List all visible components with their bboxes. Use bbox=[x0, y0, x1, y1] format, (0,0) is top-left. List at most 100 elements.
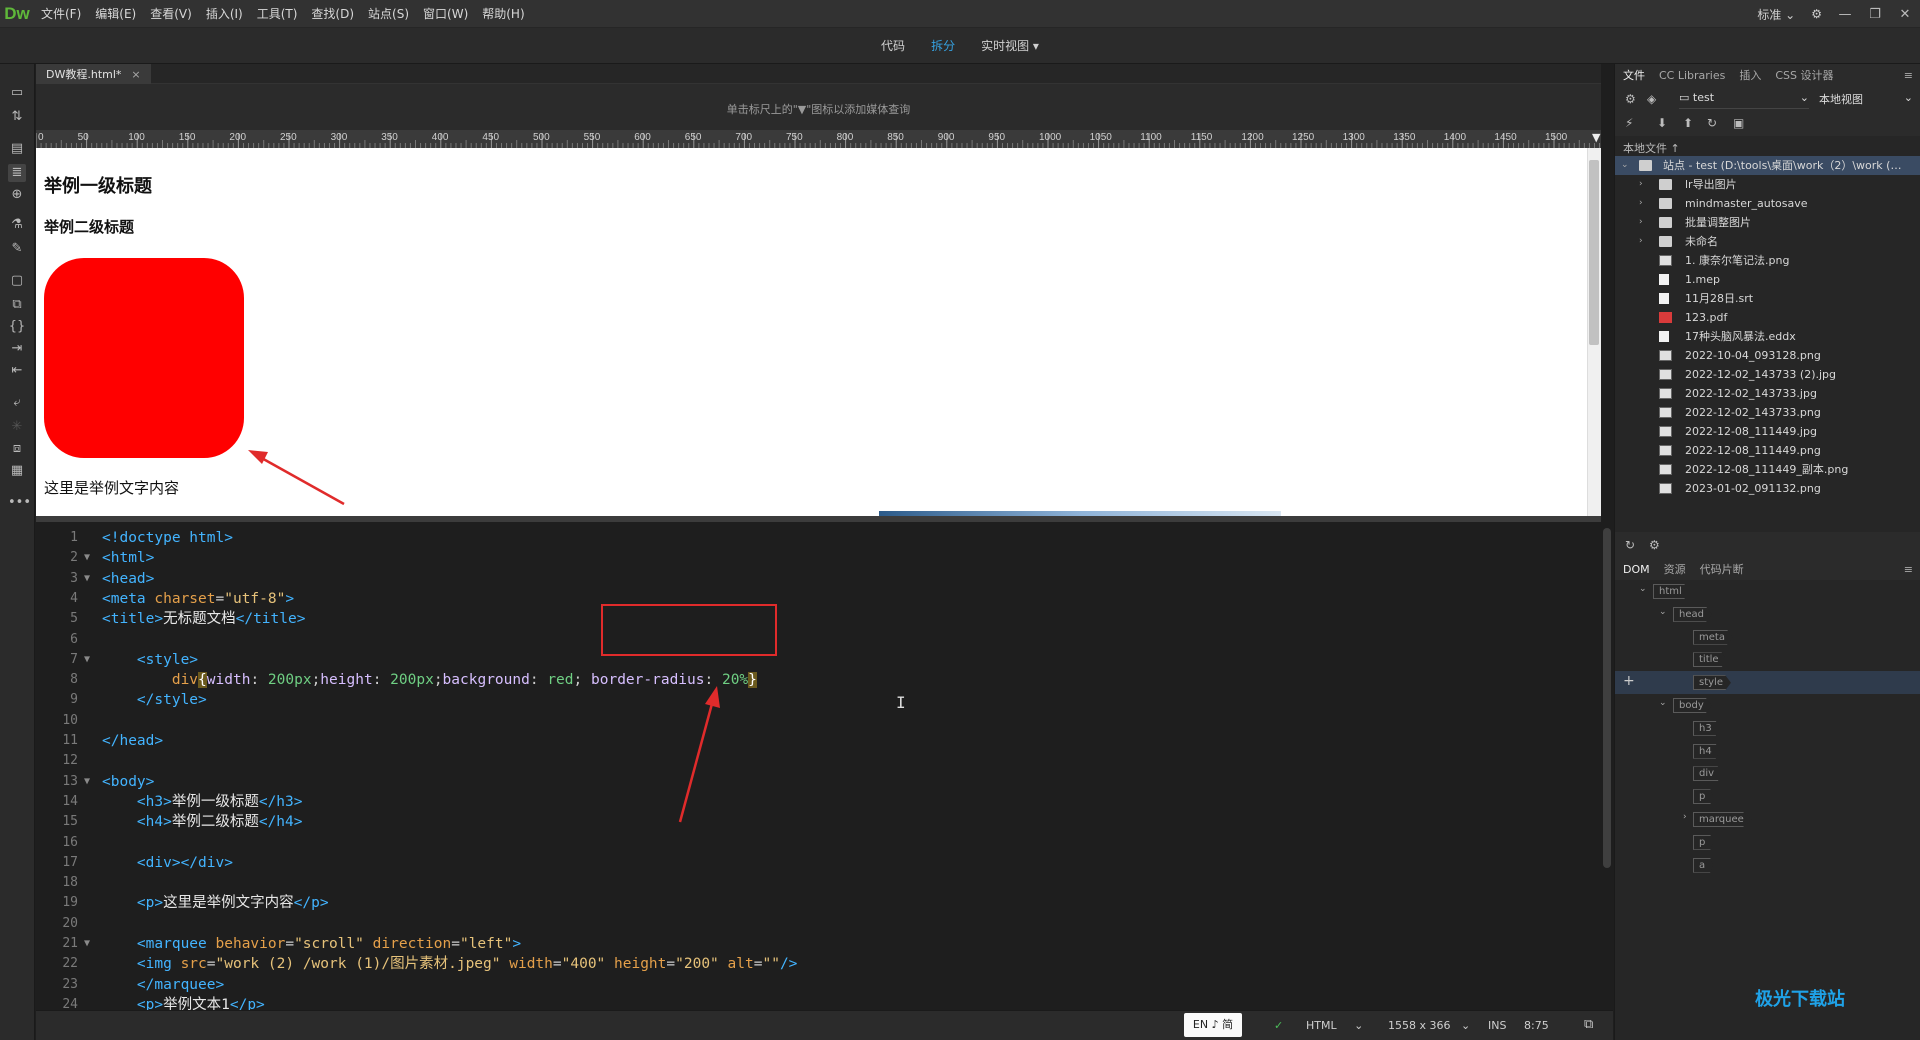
chevron-right-icon[interactable]: › bbox=[1683, 812, 1687, 822]
fold-toggle-icon[interactable]: ▼ bbox=[84, 548, 90, 568]
preview-h3[interactable]: 举例一级标题 bbox=[44, 172, 152, 198]
dom-node-row[interactable]: div bbox=[1615, 762, 1920, 785]
more-icon[interactable]: ••• bbox=[8, 494, 31, 512]
code-line[interactable]: 17 <div></div> bbox=[36, 853, 1601, 873]
chevron-right-icon[interactable]: › bbox=[1639, 232, 1643, 251]
close-icon[interactable]: × bbox=[131, 68, 140, 81]
code-line[interactable]: 16 bbox=[36, 833, 1601, 853]
code-scrollbar[interactable] bbox=[1601, 522, 1613, 1010]
chevron-right-icon[interactable]: › bbox=[1639, 213, 1643, 232]
dom-node-row[interactable]: meta bbox=[1615, 626, 1920, 649]
menu-7[interactable]: 窗口(W) bbox=[416, 0, 475, 28]
dom-tag[interactable]: marquee bbox=[1693, 812, 1752, 827]
file-tree-item[interactable]: 2022-12-08_111449.png bbox=[1615, 441, 1920, 460]
get-files-icon[interactable]: ⬇ bbox=[1657, 116, 1667, 130]
expand-panel-icon[interactable]: ▣ bbox=[1733, 116, 1744, 130]
live-view-button[interactable]: 实时视图 ▾ bbox=[979, 35, 1041, 56]
open-documents-icon[interactable]: ▭ bbox=[8, 84, 26, 102]
code-editor[interactable]: 1 <!doctype html> 2 ▼ <html> 3 ▼ <head> 4 <meta c… bbox=[36, 522, 1601, 1010]
snippet-icon[interactable]: ⧉ bbox=[8, 296, 26, 314]
insert-mode[interactable]: INS bbox=[1488, 1019, 1506, 1032]
file-tree-item[interactable]: › lr导出图片 bbox=[1615, 175, 1920, 194]
code-line[interactable]: 18 bbox=[36, 873, 1601, 893]
file-tree-item[interactable]: 2023-01-02_091132.png bbox=[1615, 479, 1920, 498]
file-tree-item[interactable]: 2022-12-08_111449_副本.png bbox=[1615, 460, 1920, 479]
format-icon[interactable]: ⚗ bbox=[8, 216, 26, 234]
code-line[interactable]: 7 ▼ <style> bbox=[36, 650, 1601, 670]
live-code-icon[interactable]: ▤ bbox=[8, 140, 26, 158]
code-line[interactable]: 24 <p>举例文本1</p> bbox=[36, 995, 1601, 1010]
chevron-down-icon[interactable]: ⌄ bbox=[1621, 156, 1629, 175]
ruler[interactable]: 0 50 100 150 200 250 300 350 400 450 500 550 600 650 7… bbox=[36, 130, 1601, 148]
file-tree-item[interactable]: › 批量调整图片 bbox=[1615, 213, 1920, 232]
wrap-icon[interactable]: ⤶ bbox=[8, 394, 26, 412]
preview-paragraph[interactable]: 这里是举例文字内容 bbox=[44, 477, 179, 498]
file-tree-item[interactable]: 2022-10-04_093128.png bbox=[1615, 346, 1920, 365]
dom-node-row[interactable]: h3 bbox=[1615, 717, 1920, 740]
dom-node-row[interactable]: ⌄ body bbox=[1615, 694, 1920, 717]
git-icon[interactable]: ◈ bbox=[1647, 92, 1656, 106]
menu-1[interactable]: 编辑(E) bbox=[88, 0, 143, 28]
dom-tag[interactable]: div bbox=[1693, 766, 1723, 782]
menu-5[interactable]: 查找(D) bbox=[304, 0, 361, 28]
dom-tag[interactable]: p bbox=[1693, 789, 1714, 805]
code-scroll-thumb[interactable] bbox=[1603, 528, 1611, 868]
dom-node-row[interactable]: › marquee bbox=[1615, 808, 1920, 831]
gear-icon[interactable]: ⚙ bbox=[1803, 7, 1830, 21]
tab-insert[interactable]: 插入 bbox=[1739, 67, 1761, 83]
dom-tag[interactable]: a bbox=[1693, 857, 1714, 873]
menu-0[interactable]: 文件(F) bbox=[34, 0, 88, 28]
live-preview[interactable]: 举例一级标题 举例二级标题 这里是举例文字内容 bbox=[36, 148, 1601, 516]
menu-8[interactable]: 帮助(H) bbox=[475, 0, 531, 28]
target-icon[interactable]: ⊕ bbox=[8, 186, 26, 204]
code-line[interactable]: 14 <h3>举例一级标题</h3> bbox=[36, 792, 1601, 812]
site-select[interactable]: ▭ test ⌄ bbox=[1679, 91, 1809, 109]
tab-files[interactable]: 文件 bbox=[1623, 67, 1645, 83]
code-line[interactable]: 10 bbox=[36, 711, 1601, 731]
ime-indicator[interactable]: EN ♪ 简 bbox=[1184, 1013, 1242, 1037]
code-line[interactable]: 20 bbox=[36, 914, 1601, 934]
code-line[interactable]: 15 <h4>举例二级标题</h4> bbox=[36, 812, 1601, 832]
dom-node-row[interactable]: h4 bbox=[1615, 740, 1920, 763]
file-tree-item[interactable]: 1. 康奈尔笔记法.png bbox=[1615, 251, 1920, 270]
file-tree-item[interactable]: 2022-12-02_143733.png bbox=[1615, 403, 1920, 422]
dom-tag[interactable]: h3 bbox=[1693, 720, 1720, 736]
sync-icon[interactable]: ⚙ bbox=[1649, 538, 1660, 552]
connect-icon[interactable]: ⚡ bbox=[1625, 116, 1633, 130]
chevron-right-icon[interactable]: › bbox=[1639, 194, 1643, 213]
dom-node-row[interactable]: ⌄ head bbox=[1615, 603, 1920, 626]
tab-dom[interactable]: DOM bbox=[1623, 563, 1650, 576]
menu-3[interactable]: 插入(I) bbox=[199, 0, 250, 28]
menu-6[interactable]: 站点(S) bbox=[361, 0, 416, 28]
refresh-icon[interactable]: ↻ bbox=[1625, 538, 1635, 552]
menu-4[interactable]: 工具(T) bbox=[250, 0, 305, 28]
file-tree-item[interactable]: 2023-01-02_091244.png bbox=[1615, 498, 1920, 502]
inspect-icon[interactable]: ≣ bbox=[8, 164, 26, 182]
code-line[interactable]: 23 </marquee> bbox=[36, 975, 1601, 995]
file-tree-item[interactable]: 1.mep bbox=[1615, 270, 1920, 289]
dom-tag[interactable]: style bbox=[1693, 675, 1731, 691]
fold-toggle-icon[interactable]: ▼ bbox=[84, 934, 90, 954]
minimize-button[interactable]: — bbox=[1830, 7, 1860, 22]
dom-node-row[interactable]: p bbox=[1615, 831, 1920, 854]
preview-device-icon[interactable]: ⧉ bbox=[1584, 1017, 1593, 1032]
fold-toggle-icon[interactable]: ▼ bbox=[84, 569, 90, 589]
comment-icon[interactable]: ▢ bbox=[8, 272, 26, 290]
preview-h4[interactable]: 举例二级标题 bbox=[44, 216, 134, 237]
dom-node-row[interactable]: title bbox=[1615, 648, 1920, 671]
dom-node-row[interactable]: + style bbox=[1615, 671, 1920, 695]
code-line[interactable]: 21 ▼ <marquee behavior="scroll" direction… bbox=[36, 934, 1601, 954]
code-line[interactable]: 3 ▼ <head> bbox=[36, 569, 1601, 589]
file-tree-item[interactable]: 11月28日.srt bbox=[1615, 289, 1920, 308]
window-size-select[interactable]: 1558 x 366 ⌄ bbox=[1388, 1019, 1470, 1032]
code-line[interactable]: 8 div{width: 200px;height: 200px;backgro… bbox=[36, 670, 1601, 690]
file-tree-item[interactable]: 2022-12-08_111449.jpg bbox=[1615, 422, 1920, 441]
dom-tag[interactable]: h4 bbox=[1693, 743, 1720, 759]
workspace-switcher[interactable]: 标准 ⌄ bbox=[1749, 6, 1803, 23]
chevron-down-icon[interactable]: ⌄ bbox=[1659, 698, 1667, 708]
code-line[interactable]: 1 <!doctype html> bbox=[36, 528, 1601, 548]
code-line[interactable]: 6 bbox=[36, 630, 1601, 650]
dom-tag[interactable]: title bbox=[1693, 652, 1727, 668]
view-select[interactable]: 本地视图 ⌄ bbox=[1819, 91, 1913, 109]
refresh-icon[interactable]: ↻ bbox=[1707, 116, 1717, 130]
